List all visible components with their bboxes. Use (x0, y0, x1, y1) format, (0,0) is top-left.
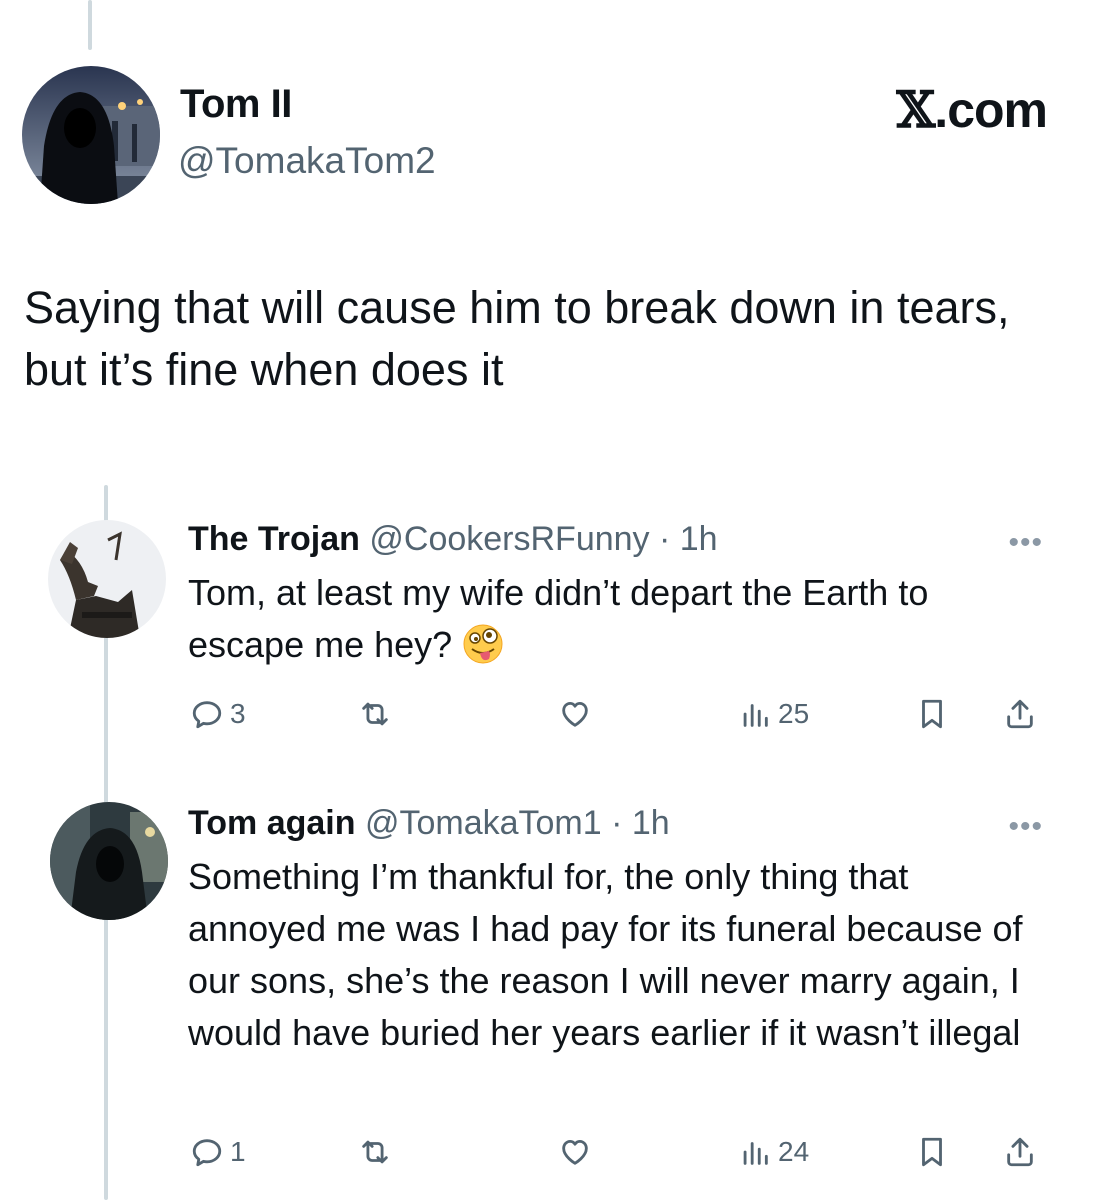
author-handle[interactable]: @TomakaTom2 (178, 140, 436, 182)
reply-text: Something I’m thankful for, the only thi… (188, 856, 1023, 1053)
heart-icon (562, 701, 588, 727)
views-button[interactable]: 24 (738, 1132, 809, 1172)
reply-count: 3 (230, 698, 246, 729)
author-avatar[interactable] (22, 66, 160, 204)
view-count: 25 (778, 698, 810, 729)
share-icon (1007, 699, 1033, 729)
repost-button[interactable] (358, 694, 392, 734)
author-name[interactable]: Tom II (180, 82, 292, 127)
reply-2-actions: 1 24 (0, 1132, 1095, 1172)
reply-button[interactable]: 1 (190, 1132, 246, 1172)
heart-icon (562, 1139, 588, 1165)
repost-icon (362, 702, 388, 726)
bookmark-button[interactable] (915, 1132, 949, 1172)
reply-avatar[interactable] (50, 802, 168, 920)
share-icon (1007, 1137, 1033, 1167)
repost-button[interactable] (358, 1132, 392, 1172)
reply-timestamp[interactable]: · 1h (611, 804, 670, 842)
bookmark-icon (922, 1137, 942, 1167)
bookmark-icon (922, 699, 942, 729)
more-options-icon[interactable]: ••• (1008, 526, 1043, 560)
share-button[interactable] (1003, 694, 1037, 734)
reply-timestamp[interactable]: · 1h (659, 520, 718, 558)
reply-button[interactable]: 3 (190, 694, 246, 734)
reply-author-name[interactable]: The Trojan (188, 520, 360, 558)
views-button[interactable]: 25 (738, 694, 809, 734)
reply-header: The Trojan @CookersRFunny · 1h (188, 520, 718, 559)
brand-watermark: 𝕏.com (896, 80, 1048, 139)
post-text: Saying that will cause him to break down… (24, 282, 1010, 395)
more-options-icon[interactable]: ••• (1008, 810, 1043, 844)
thread-line-top (88, 0, 92, 50)
view-count: 24 (778, 1136, 810, 1167)
reply-author-name[interactable]: Tom again (188, 804, 356, 842)
share-button[interactable] (1003, 1132, 1037, 1172)
reply-text: Tom, at least my wife didn’t depart the … (188, 567, 1048, 671)
reply-avatar[interactable] (48, 520, 166, 638)
reply-header: Tom again @TomakaTom1 · 1h (188, 804, 670, 843)
reply-1-actions: 3 25 (0, 694, 1095, 734)
reply-author-handle[interactable]: @CookersRFunny (369, 520, 649, 558)
comment-icon (192, 701, 222, 729)
like-button[interactable] (558, 1132, 592, 1172)
reply-count: 1 (230, 1136, 246, 1167)
like-button[interactable] (558, 694, 592, 734)
zany-face-emoji-icon (462, 623, 504, 665)
analytics-icon (743, 704, 768, 727)
reply-author-handle[interactable]: @TomakaTom1 (365, 804, 602, 842)
bookmark-button[interactable] (915, 694, 949, 734)
comment-icon (192, 1139, 222, 1167)
repost-icon (362, 1140, 388, 1164)
reply-text-content: Tom, at least my wife didn’t depart the … (188, 572, 929, 665)
analytics-icon (743, 1142, 768, 1165)
